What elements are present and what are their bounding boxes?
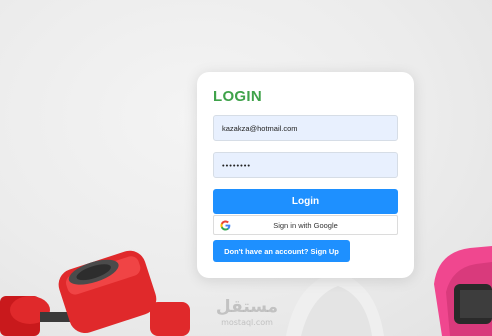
password-input[interactable]	[213, 152, 398, 178]
login-button[interactable]: Login	[213, 189, 398, 214]
google-icon	[220, 220, 231, 231]
google-signin-label: Sign in with Google	[273, 220, 338, 230]
dumbbell-image	[0, 250, 190, 336]
sneaker-image	[434, 246, 492, 336]
login-title: LOGIN	[213, 88, 262, 105]
watermark-url: mostaql.com	[221, 318, 273, 327]
email-input[interactable]	[213, 115, 398, 141]
login-card: LOGIN Login Sign in with Google Don't ha…	[197, 72, 414, 278]
watermark: مستقل mostaql.com	[212, 296, 282, 336]
google-signin-button[interactable]: Sign in with Google	[213, 215, 398, 235]
watermark-logo: مستقل	[215, 297, 279, 317]
signup-button[interactable]: Don't have an account? Sign Up	[213, 240, 350, 262]
